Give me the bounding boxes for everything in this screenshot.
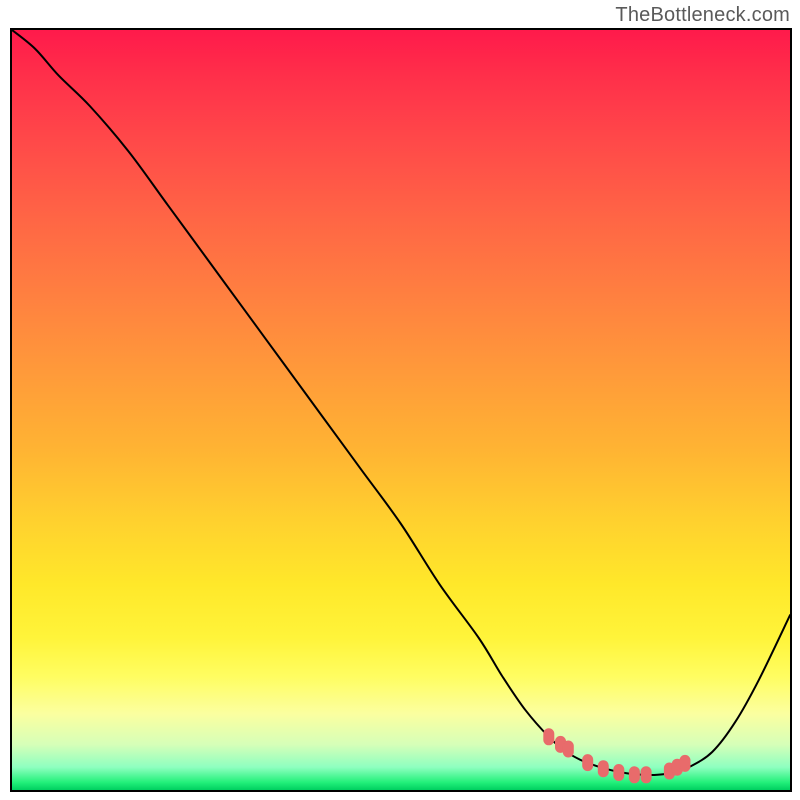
- watermark-text: TheBottleneck.com: [615, 4, 790, 27]
- chart-svg: [12, 30, 790, 790]
- sweet-spot-dot: [629, 767, 639, 783]
- sweet-spot-dot: [598, 761, 608, 777]
- chart-area: [10, 28, 792, 792]
- bottleneck-curve: [12, 30, 790, 775]
- sweet-spot-dot: [583, 755, 593, 771]
- sweet-spot-dot: [614, 765, 624, 781]
- sweet-spot-dot: [680, 755, 690, 771]
- sweet-spot-markers: [544, 729, 690, 783]
- sweet-spot-dot: [563, 741, 573, 757]
- sweet-spot-dot: [641, 767, 651, 783]
- sweet-spot-dot: [544, 729, 554, 745]
